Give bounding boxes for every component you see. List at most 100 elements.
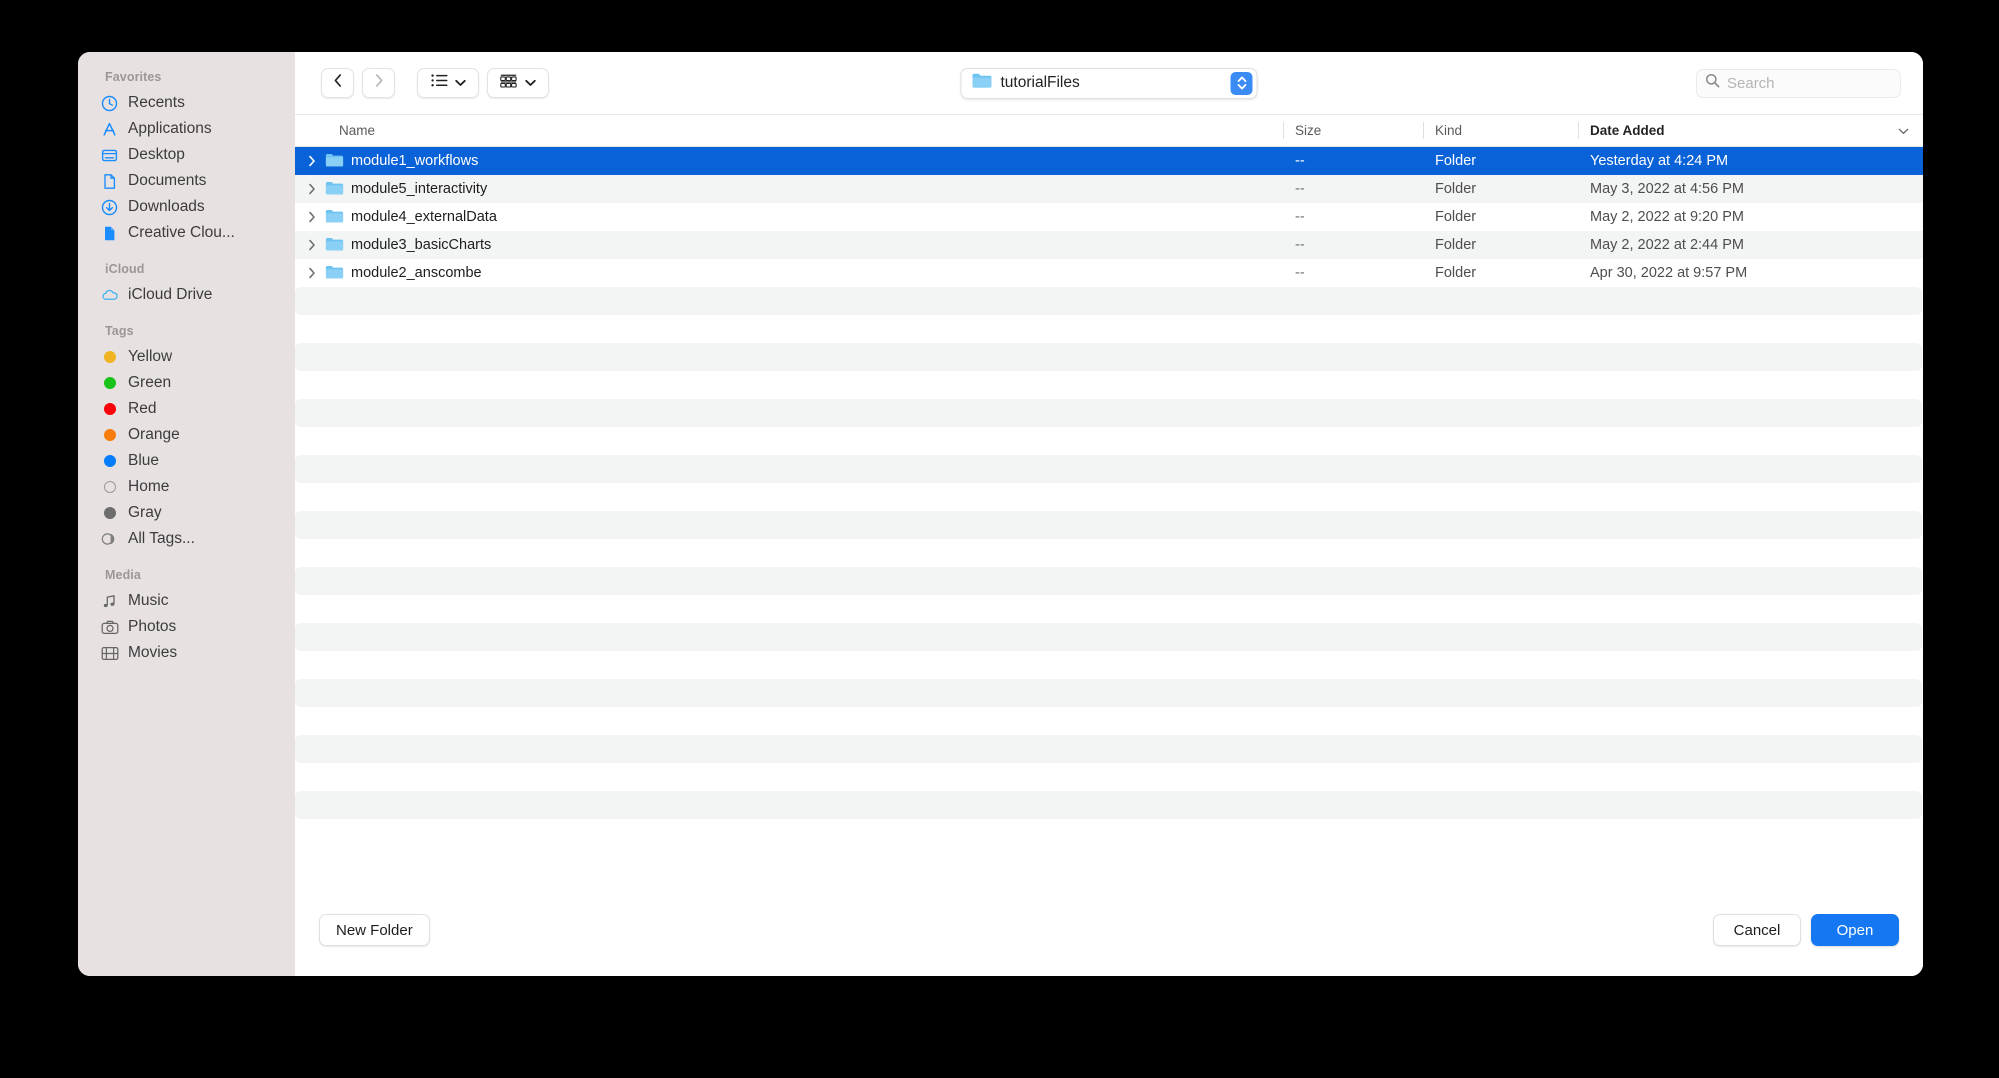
sidebar-item-label: Yellow (128, 348, 173, 365)
file-date-added: May 2, 2022 at 9:20 PM (1590, 209, 1744, 225)
group-by-dropdown[interactable] (487, 68, 549, 98)
disclosure-chevron-icon[interactable] (305, 239, 318, 251)
column-header-size[interactable]: Size (1283, 115, 1423, 146)
forward-button[interactable] (362, 68, 395, 98)
empty-row (295, 679, 1923, 735)
folder-icon (972, 72, 993, 94)
empty-row-bar (295, 399, 1922, 427)
empty-row (295, 567, 1923, 623)
sidebar-section-title-favorites: Favorites (105, 70, 162, 84)
sidebar-item-label: Documents (128, 172, 207, 189)
view-mode-dropdown[interactable] (417, 68, 479, 98)
film-icon (100, 644, 119, 663)
sidebar-item-all-tags[interactable]: All Tags... (78, 526, 295, 552)
column-header-date-added[interactable]: Date Added (1578, 115, 1923, 146)
empty-row-bar (295, 679, 1922, 707)
empty-row (295, 399, 1923, 455)
sidebar-item-tag-green[interactable]: Green (78, 370, 295, 396)
table-row[interactable]: module3_basicCharts -- Folder May 2, 202… (295, 231, 1923, 259)
sidebar-item-recents[interactable]: Recents (78, 90, 295, 116)
creative-cloud-icon (100, 224, 119, 243)
column-header-date-added-label: Date Added (1590, 123, 1665, 138)
table-row[interactable]: module4_externalData -- Folder May 2, 20… (295, 203, 1923, 231)
sidebar-item-label: Music (128, 592, 169, 609)
sidebar-item-tag-red[interactable]: Red (78, 396, 295, 422)
disclosure-chevron-icon[interactable] (305, 183, 318, 195)
file-list[interactable]: module1_workflows -- Folder Yesterday at… (295, 147, 1923, 890)
file-name-cell: module2_anscombe (295, 264, 1283, 283)
file-date-added: Apr 30, 2022 at 9:57 PM (1590, 265, 1748, 281)
sidebar-item-applications[interactable]: Applications (78, 116, 295, 142)
chevron-down-icon (1898, 123, 1909, 138)
file-name: module3_basicCharts (351, 237, 492, 253)
disclosure-chevron-icon[interactable] (305, 211, 318, 223)
cancel-button[interactable]: Cancel (1713, 914, 1801, 946)
tag-dot-icon (100, 400, 119, 419)
desktop-icon (100, 146, 119, 165)
sidebar-item-downloads[interactable]: Downloads (78, 194, 295, 220)
disclosure-chevron-icon[interactable] (305, 155, 318, 167)
empty-row (295, 791, 1923, 847)
file-name-cell: module4_externalData (295, 208, 1283, 227)
disclosure-chevron-icon[interactable] (305, 267, 318, 279)
sidebar-item-icloud-drive[interactable]: iCloud Drive (78, 282, 295, 308)
empty-row-bar (295, 791, 1922, 819)
file-size: -- (1295, 237, 1305, 253)
group-by-icon (500, 74, 518, 93)
new-folder-button[interactable]: New Folder (319, 914, 430, 946)
file-size: -- (1295, 181, 1305, 197)
sidebar-item-label: iCloud Drive (128, 286, 213, 303)
open-file-dialog: Favorites Recents Applications Desktop D… (78, 52, 1923, 976)
sidebar-item-desktop[interactable]: Desktop (78, 142, 295, 168)
sidebar-item-tag-gray[interactable]: Gray (78, 500, 295, 526)
file-size: -- (1295, 209, 1305, 225)
sidebar-item-tag-home[interactable]: Home (78, 474, 295, 500)
sidebar-item-label: Creative Clou... (128, 224, 235, 241)
open-button[interactable]: Open (1811, 914, 1899, 946)
sidebar-item-movies[interactable]: Movies (78, 640, 295, 666)
sidebar-item-photos[interactable]: Photos (78, 614, 295, 640)
sidebar-item-label: All Tags... (128, 530, 195, 547)
empty-row (295, 455, 1923, 511)
file-kind: Folder (1435, 153, 1477, 169)
search-icon (1705, 73, 1720, 93)
sidebar-item-tag-yellow[interactable]: Yellow (78, 344, 295, 370)
sidebar-item-music[interactable]: Music (78, 588, 295, 614)
table-row[interactable]: module2_anscombe -- Folder Apr 30, 2022 … (295, 259, 1923, 287)
column-header-row: Name Size Kind Date Added (295, 114, 1923, 147)
back-button[interactable] (321, 68, 354, 98)
empty-row (295, 511, 1923, 567)
file-date-added: May 3, 2022 at 4:56 PM (1590, 181, 1744, 197)
content-pane: tutorialFiles Search Name Size Kind Date… (295, 52, 1923, 976)
table-row[interactable]: module5_interactivity -- Folder May 3, 2… (295, 175, 1923, 203)
sidebar-item-tag-blue[interactable]: Blue (78, 448, 295, 474)
file-kind: Folder (1435, 209, 1477, 225)
tag-dot-icon (100, 348, 119, 367)
file-name: module1_workflows (351, 153, 479, 169)
sidebar-item-tag-orange[interactable]: Orange (78, 422, 295, 448)
sidebar-item-label: Blue (128, 452, 160, 469)
sidebar-item-documents[interactable]: Documents (78, 168, 295, 194)
document-icon (100, 172, 119, 191)
sidebar-item-label: Recents (128, 94, 185, 111)
empty-row (295, 735, 1923, 791)
file-size: -- (1295, 265, 1305, 281)
cloud-icon (100, 286, 119, 305)
sidebar-item-creative-cloud[interactable]: Creative Clou... (78, 220, 295, 246)
toolbar: tutorialFiles Search (295, 52, 1923, 114)
chevron-down-icon (525, 74, 536, 92)
file-name: module4_externalData (351, 209, 497, 225)
sidebar-item-label: Orange (128, 426, 180, 443)
dialog-footer: New Folder Cancel Open (295, 890, 1923, 976)
column-header-name[interactable]: Name (295, 115, 1283, 146)
stepper-icon[interactable] (1230, 71, 1253, 95)
column-header-kind[interactable]: Kind (1423, 115, 1578, 146)
file-name-cell: module3_basicCharts (295, 236, 1283, 255)
search-input[interactable]: Search (1696, 68, 1901, 98)
path-dropdown[interactable]: tutorialFiles (960, 67, 1258, 99)
empty-row-bar (295, 455, 1922, 483)
table-row[interactable]: module1_workflows -- Folder Yesterday at… (295, 147, 1923, 175)
